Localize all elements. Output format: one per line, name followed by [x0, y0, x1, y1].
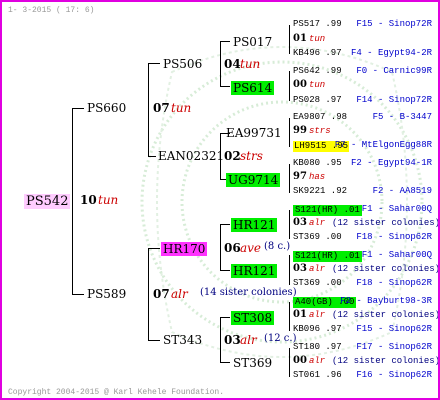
- g3-HR170-breeder: ave: [240, 241, 262, 255]
- ps660-number: 07: [153, 101, 170, 115]
- g5-number: 01: [293, 309, 307, 320]
- g5-drone-id[interactable]: PS028 .97: [293, 96, 342, 105]
- g3-HR170[interactable]: HR170: [161, 242, 208, 256]
- header-date: 1- 3-2015 ( 17: 6): [8, 6, 95, 15]
- g5-line-tag: F4 - Egypt94-2R: [350, 48, 432, 58]
- g5-line-tag: F16 - Sinop62R: [356, 370, 432, 380]
- g4-PS017[interactable]: PS017: [233, 36, 272, 48]
- g5-number: 00: [293, 79, 307, 90]
- g5-number: 00: [293, 355, 307, 366]
- ps589-number: 07: [153, 287, 170, 301]
- g5-breeder: has: [309, 172, 326, 182]
- g5-drone-id[interactable]: PS517 .99: [293, 20, 342, 29]
- ps589-sister-colonies: (14 sister colonies): [200, 287, 297, 298]
- g5-drone-id[interactable]: S121(HR) .01: [293, 251, 362, 262]
- g5-breeder: alr: [309, 310, 326, 320]
- g5-line-tag: F18 - Sinop62R: [356, 232, 432, 242]
- g3-HR170-number: 06: [224, 241, 241, 255]
- g5-drone-id[interactable]: S121(HR) .01: [293, 205, 362, 216]
- g5-sister-colonies: (12 sister colonies): [332, 218, 440, 228]
- g5-number: 01: [293, 33, 307, 44]
- gen1-breeder: tun: [98, 193, 119, 207]
- g5-breeder: alr: [309, 218, 326, 228]
- g3-ST343[interactable]: ST343: [163, 334, 202, 346]
- g5-drone-id[interactable]: KB496 .97: [293, 49, 342, 58]
- g5-line-tag: F1 - Sahar00Q: [361, 250, 432, 260]
- g5-sister-colonies: (12 sister colonies): [332, 264, 440, 274]
- g5-line-tag: F2 - AA8519: [372, 186, 432, 196]
- g5-drone-id[interactable]: EA9807 .98: [293, 113, 347, 122]
- gen1-number: 10: [80, 193, 97, 207]
- g3-PS506-number: 04: [224, 57, 241, 71]
- g5-drone-id[interactable]: ST369 .00: [293, 279, 342, 288]
- g4-ST308[interactable]: ST308: [231, 311, 275, 325]
- pedigree-frame: 1- 3-2015 ( 17: 6) Copyright 2004-2015 @…: [0, 0, 440, 400]
- g5-drone-id[interactable]: SK9221 .92: [293, 187, 347, 196]
- g3-PS506[interactable]: PS506: [163, 58, 202, 70]
- g4-ST369[interactable]: ST369: [233, 357, 272, 369]
- parent-PS660[interactable]: PS660: [87, 102, 126, 114]
- g5-number: 99: [293, 125, 307, 136]
- g5-sister-colonies: (12 sister colonies): [332, 356, 440, 366]
- g5-drone-id[interactable]: ST369 .00: [293, 233, 342, 242]
- parent-PS589[interactable]: PS589: [87, 288, 126, 300]
- g5-line-tag: F18 - Sinop62R: [356, 278, 432, 288]
- g3-EAN02321[interactable]: EAN02321: [158, 150, 224, 162]
- ps589-breeder: alr: [171, 287, 188, 301]
- g5-line-tag: F15 - Sinop62R: [356, 324, 432, 334]
- g5-line-tag: F2 - Bayburt98-3R: [340, 296, 432, 306]
- g5-number: 03: [293, 263, 307, 274]
- g4-EA99731[interactable]: EA99731: [226, 127, 282, 139]
- g5-drone-id[interactable]: KB096 .97: [293, 325, 342, 334]
- g5-number: 97: [293, 171, 307, 182]
- queen-PS542[interactable]: PS542: [24, 194, 71, 209]
- copyright: Copyright 2004-2015 @ Karl Kehele Founda…: [8, 388, 225, 397]
- g3-ST343-number: 03: [224, 333, 241, 347]
- ps660-breeder: tun: [171, 101, 192, 115]
- g4-PS614[interactable]: PS614: [231, 81, 275, 95]
- g3-EAN02321-breeder: strs: [240, 149, 263, 163]
- g3-ST343-sisters: (12 c.): [264, 333, 297, 344]
- g5-line-tag: F0 - Carnic99R: [356, 66, 432, 76]
- g3-EAN02321-number: 02: [224, 149, 241, 163]
- g5-sister-colonies: (12 sister colonies): [332, 310, 440, 320]
- g5-line-tag: F2 - Egypt94-1R: [350, 158, 432, 168]
- g5-breeder: alr: [309, 356, 326, 366]
- g5-line-tag: F17 - Sinop62R: [356, 342, 432, 352]
- g5-breeder: strs: [309, 126, 331, 136]
- g5-breeder: tun: [309, 80, 326, 90]
- g5-breeder: tun: [309, 34, 326, 44]
- g5-drone-id[interactable]: PS642 .99: [293, 67, 342, 76]
- g5-line-tag: F7 - MtElgonEgg88R: [334, 140, 432, 150]
- g5-drone-id[interactable]: KB080 .95: [293, 159, 342, 168]
- g3-ST343-breeder: alr: [240, 333, 257, 347]
- g5-line-tag: F5 - B-3447: [372, 112, 432, 122]
- g5-line-tag: F14 - Sinop72R: [356, 95, 432, 105]
- g4-HR121-a[interactable]: HR121: [231, 218, 278, 232]
- g4-HR121-b[interactable]: HR121: [231, 264, 278, 278]
- g3-HR170-sisters: (8 c.): [264, 241, 291, 252]
- g4-UG9714[interactable]: UG9714: [226, 173, 281, 187]
- g5-number: 03: [293, 217, 307, 228]
- g5-drone-id[interactable]: ST061 .96: [293, 371, 342, 380]
- g5-drone-id[interactable]: ST180 .97: [293, 343, 342, 352]
- g5-line-tag: F1 - Sahar00Q: [361, 204, 432, 214]
- g3-PS506-breeder: tun: [240, 57, 261, 71]
- g5-breeder: alr: [309, 264, 326, 274]
- g5-line-tag: F15 - Sinop72R: [356, 19, 432, 29]
